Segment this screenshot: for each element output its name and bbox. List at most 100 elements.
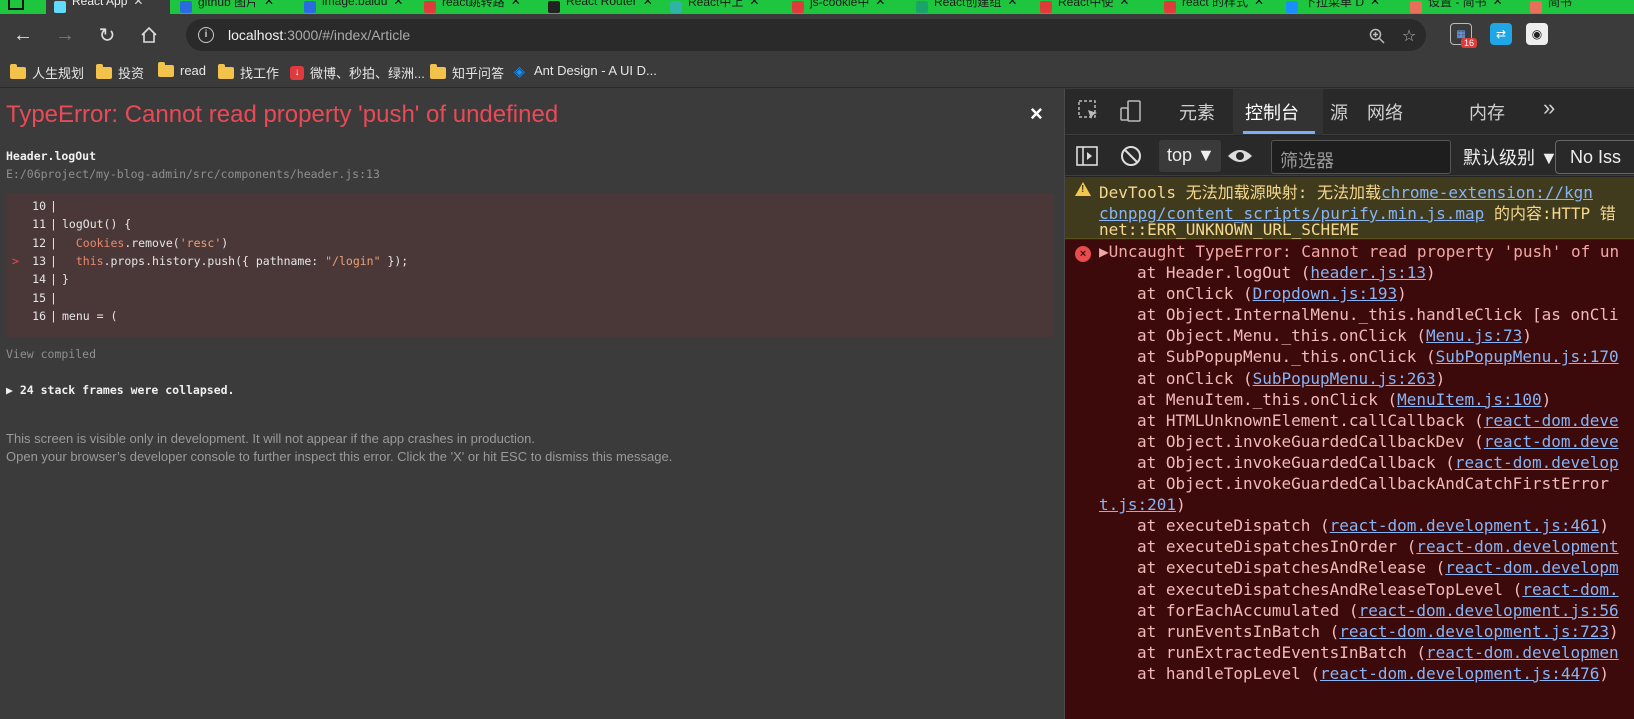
tab-title: js-cookie中 bbox=[810, 0, 870, 9]
bookmark-label: 微博、秒拍、绿洲... bbox=[310, 66, 425, 81]
home-button[interactable] bbox=[134, 20, 164, 50]
live-expression-eye-icon[interactable] bbox=[1227, 144, 1252, 168]
browser-tab[interactable]: 设置 - 简书 ✕ bbox=[1402, 0, 1520, 14]
issues-button[interactable]: No Iss bbox=[1555, 140, 1634, 174]
context-select[interactable]: top ▼ bbox=[1159, 140, 1221, 172]
tab-elements[interactable]: 元素 bbox=[1179, 99, 1215, 125]
tab-close-icon[interactable]: ✕ bbox=[1007, 0, 1017, 8]
window-menu-icon[interactable] bbox=[8, 0, 24, 10]
add-favorite-icon[interactable]: ☆ bbox=[1398, 25, 1420, 47]
stack-trace-line: t.js:201) bbox=[1099, 495, 1186, 514]
bookmark-item[interactable]: read bbox=[158, 61, 206, 78]
error-summary[interactable]: ▶Uncaught TypeError: Cannot read propert… bbox=[1099, 242, 1619, 261]
source-link[interactable]: Menu.js:73 bbox=[1426, 326, 1522, 345]
extension-collections-icon[interactable]: ▦ 16 bbox=[1450, 23, 1477, 48]
tab-close-icon[interactable]: ✕ bbox=[393, 0, 403, 8]
tab-close-icon[interactable]: ✕ bbox=[1370, 0, 1380, 8]
view-compiled-link[interactable]: View compiled bbox=[6, 347, 96, 361]
stack-text: at Object.invokeGuardedCallbackAndCatchF… bbox=[1137, 474, 1610, 493]
tab-close-icon[interactable]: ✕ bbox=[1119, 0, 1129, 8]
tab-network[interactable]: 网络 bbox=[1367, 99, 1403, 125]
source-link[interactable]: MenuItem.js:100 bbox=[1397, 390, 1542, 409]
source-link[interactable]: react-dom.development.js:461 bbox=[1330, 516, 1600, 535]
reload-button[interactable]: ↻ bbox=[92, 20, 122, 50]
tab-title: 下拉菜单 D bbox=[1304, 0, 1365, 9]
tab-favicon bbox=[916, 1, 928, 13]
bookmark-item[interactable]: 人生规划 bbox=[10, 63, 84, 82]
source-link[interactable]: react-dom.development.js:723 bbox=[1339, 622, 1609, 641]
inspect-element-icon[interactable] bbox=[1077, 99, 1101, 123]
browser-tab[interactable]: react 的样式 ✕ bbox=[1156, 0, 1276, 14]
tab-close-icon[interactable]: ✕ bbox=[643, 0, 653, 8]
tab-sources[interactable]: 源 bbox=[1330, 99, 1348, 125]
bookmark-item[interactable]: ◈ Ant Design - A UI D... bbox=[514, 63, 657, 78]
tab-favicon bbox=[1530, 1, 1542, 13]
tab-favicon bbox=[548, 1, 560, 13]
tab-memory[interactable]: 内存 bbox=[1469, 99, 1505, 125]
stack-frame-file[interactable]: E:/06project/my-blog-admin/src/component… bbox=[6, 167, 380, 181]
back-button[interactable]: ← bbox=[8, 20, 38, 50]
source-link[interactable]: t.js:201 bbox=[1099, 495, 1176, 514]
stack-trace-line: at HTMLUnknownElement.callCallback (reac… bbox=[1137, 411, 1619, 430]
browser-tab[interactable]: React中上 ✕ bbox=[662, 0, 782, 14]
browser-tab[interactable]: React App ✕ bbox=[46, 0, 170, 14]
source-link[interactable]: react-dom.deve bbox=[1484, 432, 1619, 451]
tab-close-icon[interactable]: ✕ bbox=[264, 0, 274, 8]
tab-close-icon[interactable]: ✕ bbox=[875, 0, 885, 8]
tab-close-icon[interactable]: ✕ bbox=[1493, 0, 1503, 8]
site-info-icon[interactable]: i bbox=[198, 27, 214, 43]
address-bar[interactable]: i localhost:3000/#/index/Article ☆ bbox=[186, 19, 1426, 51]
browser-tab[interactable]: image.baidu ✕ bbox=[296, 0, 414, 14]
browser-tab[interactable]: js-cookie中 ✕ bbox=[784, 0, 906, 14]
source-link[interactable]: Dropdown.js:193 bbox=[1253, 284, 1398, 303]
browser-tab[interactable]: react跳转路 ✕ bbox=[416, 0, 538, 14]
tab-close-icon[interactable]: ✕ bbox=[1254, 0, 1264, 8]
tab-close-icon[interactable]: ✕ bbox=[749, 0, 759, 8]
source-link[interactable]: react-dom. bbox=[1522, 580, 1618, 599]
sidebar-toggle-icon[interactable] bbox=[1075, 144, 1099, 168]
bookmark-item[interactable]: 投资 bbox=[96, 63, 144, 82]
browser-tab[interactable]: github 图片 ✕ bbox=[172, 0, 294, 14]
bookmark-item[interactable]: ↓ 微博、秒拍、绿洲... bbox=[290, 63, 425, 82]
source-link[interactable]: react-dom.deve bbox=[1484, 411, 1619, 430]
address-url[interactable]: localhost:3000/#/index/Article bbox=[228, 27, 410, 43]
code-text: logOut() { bbox=[62, 217, 132, 232]
bookmark-item[interactable]: 找工作 bbox=[218, 63, 279, 82]
source-link[interactable]: react-dom.development.js:4476 bbox=[1320, 664, 1599, 683]
more-tabs-icon[interactable]: » bbox=[1543, 95, 1555, 121]
zoom-icon[interactable] bbox=[1366, 25, 1388, 47]
log-level-select[interactable]: 默认级别 ▼ bbox=[1463, 144, 1558, 170]
tab-console[interactable]: 控制台 bbox=[1245, 99, 1299, 125]
source-link[interactable]: react-dom.development.js:56 bbox=[1359, 601, 1619, 620]
close-overlay-button[interactable]: × bbox=[1030, 101, 1043, 127]
clear-console-icon[interactable] bbox=[1119, 144, 1143, 168]
extension-profile-icon[interactable]: ◉ bbox=[1526, 23, 1548, 45]
tab-close-icon[interactable]: ✕ bbox=[133, 0, 143, 8]
line-number: 12 bbox=[32, 235, 46, 250]
collapsed-frames-toggle[interactable]: ▶ 24 stack frames were collapsed. bbox=[6, 383, 234, 397]
home-icon bbox=[141, 26, 157, 43]
browser-tab[interactable]: React中使 ✕ bbox=[1032, 0, 1154, 14]
source-link[interactable]: react-dom.developm bbox=[1445, 558, 1618, 577]
device-toolbar-icon[interactable] bbox=[1119, 99, 1143, 123]
browser-tab[interactable]: 简书 bbox=[1522, 0, 1632, 14]
source-link[interactable]: SubPopupMenu.js:263 bbox=[1253, 369, 1436, 388]
source-link[interactable]: react-dom.develop bbox=[1455, 453, 1619, 472]
source-link[interactable]: react-dom.developmen bbox=[1426, 643, 1619, 662]
browser-tab[interactable]: 下拉菜单 D ✕ bbox=[1278, 0, 1400, 14]
browser-tab[interactable]: React Router ✕ bbox=[540, 0, 660, 14]
tab-close-icon[interactable]: ✕ bbox=[511, 0, 521, 8]
line-number: 11 bbox=[32, 217, 46, 232]
code-text: menu = ( bbox=[62, 308, 118, 323]
bookmark-item[interactable]: 知乎问答 bbox=[430, 63, 504, 82]
browser-tab[interactable]: React创建组 ✕ bbox=[908, 0, 1030, 14]
source-link[interactable]: header.js:13 bbox=[1310, 263, 1426, 282]
gutter-bar: | bbox=[50, 290, 57, 305]
extension-translate-icon[interactable]: ⇄ bbox=[1490, 23, 1512, 45]
source-link[interactable]: react-dom.development bbox=[1416, 537, 1618, 556]
stack-text: at runEventsInBatch ( bbox=[1137, 621, 1340, 641]
tab-favicon bbox=[1164, 1, 1176, 13]
source-link[interactable]: SubPopupMenu.js:170 bbox=[1436, 347, 1619, 366]
console-filter-input[interactable]: 筛选器 bbox=[1271, 140, 1451, 174]
forward-button[interactable]: → bbox=[50, 20, 80, 50]
